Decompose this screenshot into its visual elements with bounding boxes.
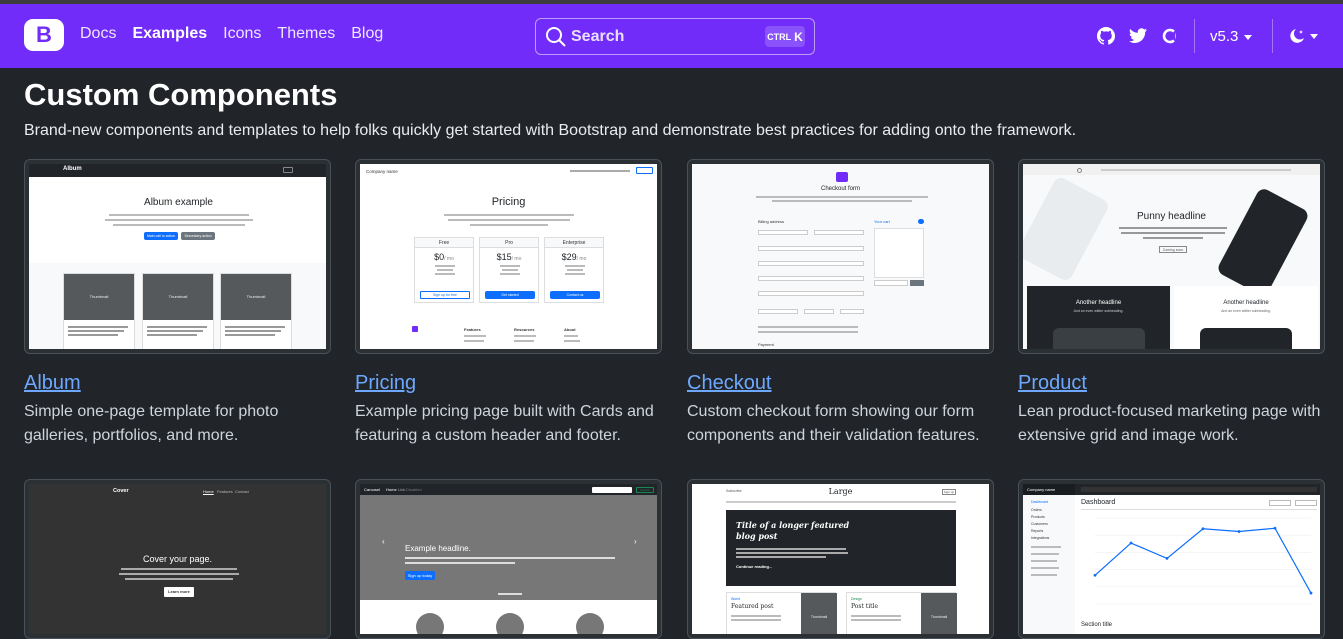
example-link-pricing[interactable]: Pricing xyxy=(355,372,416,395)
nav-link-icons[interactable]: Icons xyxy=(223,25,261,43)
album-preview-secondary-button: Secondary action xyxy=(181,232,215,240)
chart-point xyxy=(1309,591,1313,595)
chart-point xyxy=(1273,526,1277,530)
chart-point xyxy=(1129,541,1133,545)
chevron-down-icon xyxy=(1309,33,1318,39)
opencollective-icon[interactable] xyxy=(1160,26,1180,46)
carousel-preview: Carousel Home Link Disabled Search ‹ › E… xyxy=(360,484,657,634)
github-icon[interactable] xyxy=(1096,26,1116,46)
album-preview: Album Album example Main call to action … xyxy=(29,164,326,349)
nav-link-docs[interactable]: Docs xyxy=(80,25,116,43)
cover-preview: Cover Home Features Contact Cover your p… xyxy=(29,484,326,634)
dashboard-thumbnail-card[interactable]: Company name Dashboard Orders Products C… xyxy=(1018,479,1325,639)
blog-preview: Subscribe Large Sign up Title of a longe… xyxy=(692,484,989,634)
album-preview-brand: Album xyxy=(63,166,82,172)
twitter-icon[interactable] xyxy=(1128,26,1148,46)
album-preview-gallery: Thumbnail Thumbnail Thumbnail xyxy=(29,263,326,349)
example-desc-checkout: Custom checkout form showing our form co… xyxy=(687,403,980,444)
pricing-thumbnail-card[interactable]: Company name Pricing Free $0/ mo Sign up… xyxy=(355,159,662,354)
top-navbar: B Docs Examples Icons Themes Blog Search… xyxy=(0,4,1343,68)
search-placeholder: Search xyxy=(571,27,625,45)
checkout-preview: Checkout form Billing address Your cart … xyxy=(692,164,989,349)
page-subtitle: Brand-new components and templates to he… xyxy=(24,122,1077,139)
chart-series-line xyxy=(1094,527,1312,594)
example-desc-product: Lean product-focused marketing page with… xyxy=(1018,403,1321,444)
product-thumbnail-card[interactable]: Punny headline Coming soon Another headl… xyxy=(1018,159,1325,354)
bootstrap-logo[interactable]: B xyxy=(24,19,64,51)
chart-point xyxy=(1165,557,1169,560)
album-preview-heading: Album example xyxy=(144,197,213,208)
dashboard-line-chart xyxy=(1093,517,1313,605)
checkout-thumbnail-card[interactable]: Checkout form Billing address Your cart … xyxy=(687,159,994,354)
chart-point xyxy=(1201,527,1205,531)
nav-link-themes[interactable]: Themes xyxy=(277,25,335,43)
chart-point xyxy=(1093,573,1097,577)
blog-thumbnail-card[interactable]: Subscribe Large Sign up Title of a longe… xyxy=(687,479,994,639)
chart-point xyxy=(1237,530,1241,533)
version-dropdown[interactable]: v5.3 xyxy=(1210,28,1253,45)
search-button[interactable]: Search CTRL K xyxy=(535,18,815,55)
example-link-checkout[interactable]: Checkout xyxy=(687,372,772,395)
nav-divider xyxy=(1194,19,1195,53)
product-preview: Punny headline Coming soon Another headl… xyxy=(1023,164,1320,349)
example-desc-album: Simple one-page template for photo galle… xyxy=(24,403,279,444)
album-preview-navbar: Album xyxy=(29,164,326,177)
example-desc-pricing: Example pricing page built with Cards an… xyxy=(355,403,654,444)
theme-toggle[interactable] xyxy=(1288,26,1318,46)
hamburger-icon xyxy=(283,167,293,173)
album-thumbnail-card[interactable]: Album Album example Main call to action … xyxy=(24,159,331,354)
dashboard-preview: Company name Dashboard Orders Products C… xyxy=(1023,484,1320,634)
page-title: Custom Components xyxy=(24,77,338,112)
cover-thumbnail-card[interactable]: Cover Home Features Contact Cover your p… xyxy=(24,479,331,639)
nav-divider xyxy=(1272,19,1273,53)
chevron-down-icon xyxy=(1244,34,1253,40)
pricing-preview: Company name Pricing Free $0/ mo Sign up… xyxy=(360,164,657,349)
carousel-thumbnail-card[interactable]: Carousel Home Link Disabled Search ‹ › E… xyxy=(355,479,662,639)
album-preview-hero: Album example Main call to action Second… xyxy=(29,177,326,263)
example-link-album[interactable]: Album xyxy=(24,372,81,395)
example-link-product[interactable]: Product xyxy=(1018,372,1087,395)
album-preview-primary-button: Main call to action xyxy=(144,232,178,240)
search-shortcut: CTRL K xyxy=(765,26,805,47)
nav-link-examples[interactable]: Examples xyxy=(132,25,207,43)
nav-link-blog[interactable]: Blog xyxy=(351,25,383,43)
moon-stars-icon xyxy=(1289,29,1304,43)
main-nav: Docs Examples Icons Themes Blog xyxy=(80,25,399,43)
search-icon xyxy=(546,26,566,47)
